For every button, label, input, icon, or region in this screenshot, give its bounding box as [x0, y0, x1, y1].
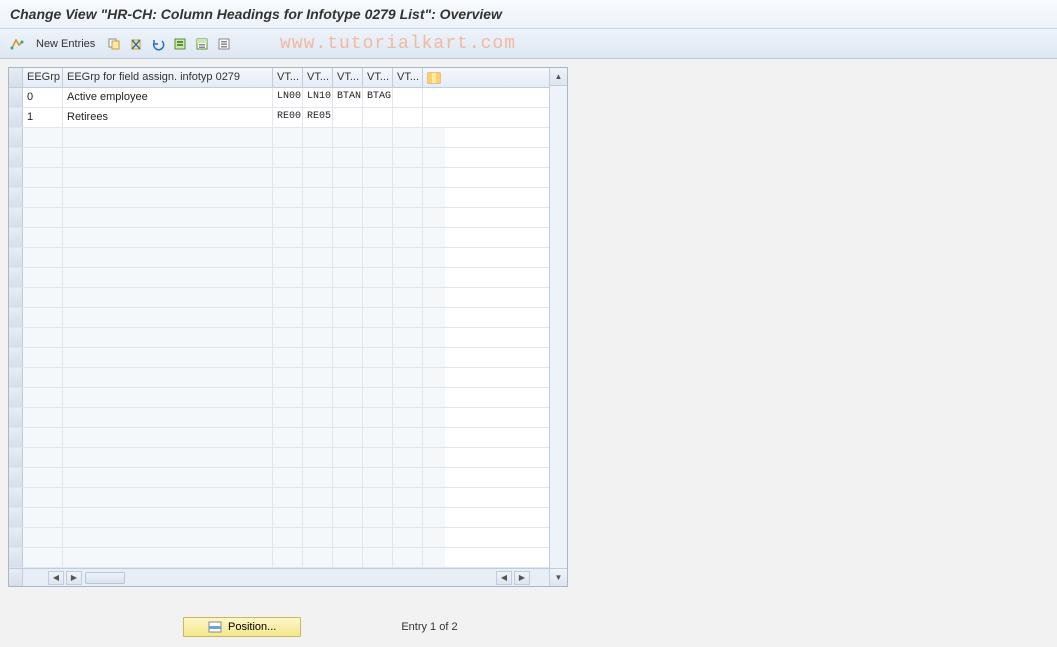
row-selector[interactable]: [9, 148, 23, 167]
content-area: EEGrp EEGrp for field assign. infotyp 02…: [0, 59, 1057, 645]
table-row: 0Active employeeLN00LN10BTANBTAG: [9, 88, 549, 108]
position-button[interactable]: Position...: [183, 617, 301, 637]
row-selector[interactable]: [9, 368, 23, 387]
row-selector[interactable]: [9, 248, 23, 267]
table-row-empty: [9, 188, 549, 208]
row-selector[interactable]: [9, 168, 23, 187]
row-selector[interactable]: [9, 328, 23, 347]
table-row-empty: [9, 368, 549, 388]
page-title: Change View "HR-CH: Column Headings for …: [0, 0, 1057, 29]
table-row-empty: [9, 448, 549, 468]
vertical-scrollbar: ▲ ▼: [549, 68, 567, 586]
row-selector[interactable]: [9, 468, 23, 487]
scroll-track[interactable]: [550, 86, 567, 568]
col-header-vt5[interactable]: VT...: [393, 68, 423, 87]
table-row-empty: [9, 428, 549, 448]
col-header-vt2[interactable]: VT...: [303, 68, 333, 87]
row-selector[interactable]: [9, 308, 23, 327]
select-block-icon[interactable]: [193, 35, 211, 53]
table-row-empty: [9, 248, 549, 268]
scroll-down-button[interactable]: ▼: [550, 568, 567, 586]
table-row-empty: [9, 348, 549, 368]
horizontal-scrollbar: ◀ ▶ ◀ ▶: [9, 568, 549, 586]
toggle-icon[interactable]: [8, 35, 26, 53]
row-selector[interactable]: [9, 348, 23, 367]
toolbar: New Entries www.tutorialkart.com: [0, 29, 1057, 59]
scroll-left-end-button[interactable]: ◀: [496, 571, 512, 585]
position-icon: [208, 621, 222, 633]
configure-columns-icon[interactable]: [423, 68, 445, 87]
table-row-empty: [9, 408, 549, 428]
row-selector[interactable]: [9, 408, 23, 427]
row-selector[interactable]: [9, 208, 23, 227]
table-row-empty: [9, 268, 549, 288]
row-selector[interactable]: [9, 488, 23, 507]
row-selector[interactable]: [9, 548, 23, 567]
scroll-thumb[interactable]: [85, 572, 125, 584]
row-selector[interactable]: [9, 508, 23, 527]
table-row-empty: [9, 148, 549, 168]
table-row-empty: [9, 228, 549, 248]
footer: Position... Entry 1 of 2: [8, 617, 1049, 637]
select-all-icon[interactable]: [171, 35, 189, 53]
row-selector[interactable]: [9, 228, 23, 247]
row-selector[interactable]: [9, 388, 23, 407]
col-header-vt4[interactable]: VT...: [363, 68, 393, 87]
row-selector[interactable]: [9, 128, 23, 147]
table-row-empty: [9, 548, 549, 568]
row-selector[interactable]: [9, 528, 23, 547]
table-row-empty: [9, 528, 549, 548]
table-row-empty: [9, 468, 549, 488]
scroll-up-button[interactable]: ▲: [550, 68, 567, 86]
position-label: Position...: [228, 621, 276, 633]
row-selector[interactable]: [9, 108, 23, 127]
undo-icon[interactable]: [149, 35, 167, 53]
new-entries-button[interactable]: New Entries: [30, 36, 101, 52]
table-row: 1RetireesRE00RE05: [9, 108, 549, 128]
row-selector[interactable]: [9, 268, 23, 287]
scroll-right-end-button[interactable]: ▶: [514, 571, 530, 585]
grid-header: EEGrp EEGrp for field assign. infotyp 02…: [9, 68, 549, 88]
col-header-desc[interactable]: EEGrp for field assign. infotyp 0279: [63, 68, 273, 87]
delete-icon[interactable]: [127, 35, 145, 53]
row-selector[interactable]: [9, 428, 23, 447]
deselect-all-icon[interactable]: [215, 35, 233, 53]
table-row-empty: [9, 208, 549, 228]
grid-body: 0Active employeeLN00LN10BTANBTAG1Retiree…: [9, 88, 549, 568]
row-selector[interactable]: [9, 288, 23, 307]
scroll-right-button[interactable]: ▶: [66, 571, 82, 585]
copy-icon[interactable]: [105, 35, 123, 53]
data-grid: EEGrp EEGrp for field assign. infotyp 02…: [8, 67, 568, 587]
select-all-handle[interactable]: [9, 68, 23, 87]
table-row-empty: [9, 488, 549, 508]
col-header-vt3[interactable]: VT...: [333, 68, 363, 87]
table-row-empty: [9, 308, 549, 328]
table-row-empty: [9, 328, 549, 348]
scroll-left-button[interactable]: ◀: [48, 571, 64, 585]
table-row-empty: [9, 128, 549, 148]
entry-counter: Entry 1 of 2: [401, 621, 457, 633]
table-row-empty: [9, 508, 549, 528]
row-selector[interactable]: [9, 188, 23, 207]
watermark-text: www.tutorialkart.com: [280, 34, 516, 54]
table-row-empty: [9, 168, 549, 188]
col-header-vt1[interactable]: VT...: [273, 68, 303, 87]
col-header-eegrp[interactable]: EEGrp: [23, 68, 63, 87]
row-selector[interactable]: [9, 88, 23, 107]
table-row-empty: [9, 288, 549, 308]
table-row-empty: [9, 388, 549, 408]
row-selector[interactable]: [9, 448, 23, 467]
